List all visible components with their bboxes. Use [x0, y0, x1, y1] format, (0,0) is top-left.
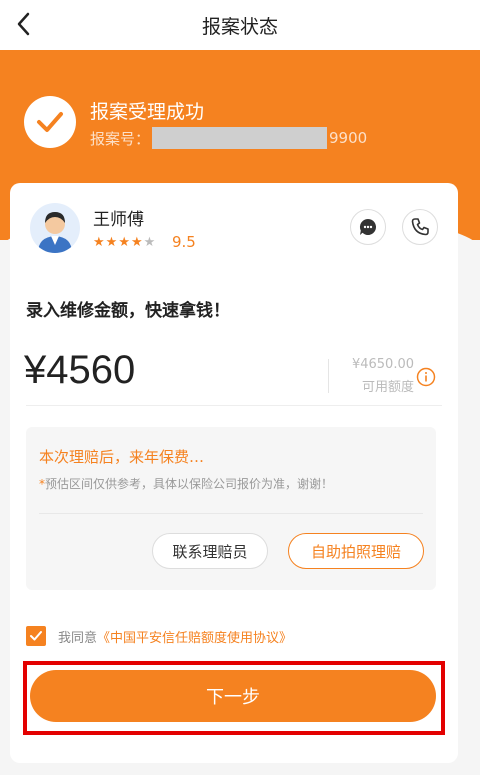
amount-prompt: 录入维修金额，快速拿钱！: [26, 301, 230, 321]
agreement-row: 我同意 《中国平安信任赔额度使用协议》: [26, 626, 292, 646]
agreement-prefix: 我同意: [58, 630, 98, 646]
case-number: 报案号： 9900: [90, 127, 367, 149]
star-icon: ★: [130, 235, 144, 250]
star-icon: ★: [93, 235, 106, 250]
star-empty-icon: ★: [143, 235, 157, 250]
premium-estimate-panel: 本次理赔后，来年保费… *预估区间仅供参考，具体以保险公司报价为准，谢谢！ 联系…: [26, 427, 436, 590]
case-number-suffix: 9900: [329, 129, 368, 147]
agreement-link[interactable]: 《中国平安信任赔额度使用协议》: [97, 627, 292, 646]
agent-rating-score: 9.5: [172, 233, 196, 251]
case-number-label: 报案号：: [90, 129, 151, 148]
star-icon: ★: [105, 235, 119, 250]
amount-underline: [26, 405, 442, 406]
self-photo-claim-button[interactable]: 自助拍照理赔: [288, 533, 424, 569]
estimate-divider: [39, 513, 423, 514]
nav-bar: 报案状态: [0, 0, 480, 50]
call-button[interactable]: [402, 209, 438, 245]
agent-avatar: [30, 203, 80, 253]
checkmark-icon: [30, 631, 42, 641]
info-icon[interactable]: [416, 367, 436, 387]
redacted-case-number: [152, 127, 328, 149]
estimate-note: *预估区间仅供参考，具体以保险公司报价为准，谢谢！: [39, 475, 333, 492]
star-icon: ★: [118, 235, 131, 250]
repair-amount-input[interactable]: ¥4560: [24, 348, 135, 393]
estimate-title: 本次理赔后，来年保费…: [39, 448, 205, 466]
estimate-note-text: 预估区间仅供参考，具体以保险公司报价为准，谢谢！: [45, 477, 334, 491]
success-check-icon: [24, 96, 76, 148]
agent-name: 王师傅: [93, 210, 144, 230]
chat-bubble-icon: [359, 218, 377, 235]
available-limit-value: ¥4650.00: [351, 357, 414, 372]
agreement-checkbox[interactable]: [26, 626, 46, 646]
phone-icon: [411, 218, 429, 236]
contact-adjuster-button[interactable]: 联系理赔员: [152, 533, 268, 569]
status-title: 报案受理成功: [90, 101, 205, 123]
available-limit-label: 可用额度: [361, 380, 414, 395]
agent-star-rating: ★★★★★: [93, 235, 156, 250]
chat-button[interactable]: [350, 209, 386, 245]
page-title: 报案状态: [201, 16, 278, 38]
highlight-frame: [23, 661, 445, 735]
